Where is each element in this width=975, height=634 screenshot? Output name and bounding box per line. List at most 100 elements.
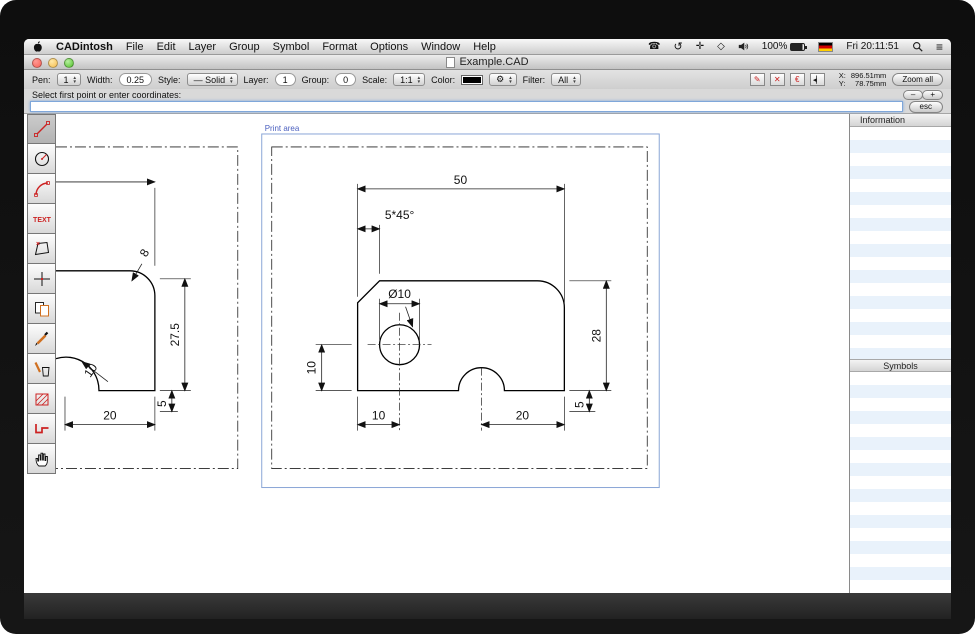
symbols-title: Symbols [883,361,918,371]
hand-icon [32,449,52,469]
duplicate-tool-button[interactable] [27,294,56,324]
circle-tool-button[interactable] [27,144,56,174]
menu-format[interactable]: Format [322,41,357,53]
workspace: TEXT [24,114,951,593]
scale-label: Scale: [362,75,387,85]
spotlight-icon[interactable] [912,41,923,52]
menu-window[interactable]: Window [421,41,460,53]
scale-popup[interactable]: 1:1 [393,73,425,86]
desktop-background [24,593,951,619]
screen: CADintosh File Edit Layer Group Symbol F… [24,39,951,619]
window-controls [32,58,74,68]
line-tool-button[interactable] [27,114,56,144]
print-area-label: Print area [265,124,300,133]
dim-hole-height: 10 [305,361,319,375]
menu-options[interactable]: Options [370,41,408,53]
left-part-outline [56,271,155,391]
trash-icon [32,359,52,379]
prompt-row: Select first point or enter coordinates:… [24,89,951,100]
menu-group[interactable]: Group [229,41,260,53]
pan-tool-button[interactable] [27,444,56,474]
zoom-out-button[interactable]: – [903,90,923,100]
drawing-canvas[interactable]: Print area [56,114,849,593]
text-tool-button[interactable]: TEXT [27,204,56,234]
gear-icon: ⚙ [496,74,504,85]
airport-icon[interactable] [717,41,725,52]
menu-edit[interactable]: Edit [157,41,176,53]
command-input-row: esc [24,100,951,114]
apple-icon [32,40,43,53]
information-list [850,127,951,359]
filter-popup[interactable]: All [551,73,580,86]
menu-clock[interactable]: Fri 20:11:51 [846,41,899,52]
volume-icon[interactable] [738,41,749,52]
crosshair-icon [32,269,52,289]
app-menu-cadintosh[interactable]: CADintosh [56,41,113,53]
dim-width-bottom-right: 20 [516,409,530,423]
svg-text:TEXT: TEXT [33,217,52,224]
window-title-bar[interactable]: Example.CAD [24,55,951,70]
left-part: 8 27.5 10 20 5 [56,182,191,431]
tool-palette: TEXT [27,114,56,474]
battery-icon [790,43,805,51]
menu-bar: CADintosh File Edit Layer Group Symbol F… [24,39,951,55]
width-label: Width: [87,75,113,85]
german-flag-icon[interactable] [818,42,833,52]
minimize-button[interactable] [48,58,58,68]
layer-value: 1 [283,75,288,85]
polygon-tool-button[interactable] [27,234,56,264]
circle-icon [32,149,52,169]
zoom-in-button[interactable]: + [922,90,943,100]
dimension-tool-button[interactable] [27,264,56,294]
y-value: 78.75mm [851,80,886,88]
group-value: 0 [343,75,348,85]
delete-toggle-button[interactable] [770,73,785,86]
page-margin [272,147,648,469]
right-panel: Information Symbols [849,114,951,593]
filter-label: Filter: [523,75,546,85]
popup-arrows-icon [508,76,512,83]
color-swatch[interactable] [461,75,483,85]
menu-help[interactable]: Help [473,41,496,53]
notification-list-icon[interactable] [936,40,943,54]
apple-menu[interactable] [32,40,43,53]
zoom-all-button[interactable]: Zoom all [892,73,943,86]
hole-leader [406,307,413,327]
time-machine-icon[interactable] [673,40,682,53]
main-part: 50 5*45° Ø10 28 10 10 20 5 [305,173,612,431]
corner-tool-button[interactable] [27,414,56,444]
menu-layer[interactable]: Layer [189,41,217,53]
esc-button[interactable]: esc [909,101,943,113]
drawing-svg: Print area [56,114,849,593]
close-button[interactable] [32,58,42,68]
universal-access-icon[interactable] [696,41,704,52]
menu-file[interactable]: File [126,41,144,53]
zoom-button[interactable] [64,58,74,68]
dim-left-height: 27.5 [168,323,182,347]
collapse-toggle-button[interactable] [810,73,825,86]
gear-popup[interactable]: ⚙ [489,73,517,86]
coordinate-input[interactable] [30,101,903,112]
battery-percent: 100% [762,41,788,52]
width-field[interactable]: 0.25 [119,73,153,86]
edit-tool-button[interactable] [27,324,56,354]
arc-tool-button[interactable] [27,174,56,204]
layer-field[interactable]: 1 [275,73,296,86]
dim-hole-diameter: Ø10 [388,287,411,301]
dim-height-right: 28 [589,329,603,343]
delete-tool-button[interactable] [27,354,56,384]
group-field[interactable]: 0 [335,73,356,86]
curve-toggle-button[interactable] [790,73,805,86]
menu-symbol[interactable]: Symbol [273,41,310,53]
pen-popup[interactable]: 1 [57,73,81,86]
popup-arrows-icon [73,76,77,83]
battery-indicator[interactable]: 100% [762,41,806,52]
phone-menu-icon[interactable] [648,41,660,52]
hatch-tool-button[interactable] [27,384,56,414]
arc-icon [32,179,52,199]
style-popup[interactable]: — Solid [187,73,238,86]
information-header: Information [850,114,951,127]
text-icon: TEXT [31,209,53,229]
monitor-bezel: CADintosh File Edit Layer Group Symbol F… [0,0,975,634]
pen-toggle-button[interactable] [750,73,765,86]
